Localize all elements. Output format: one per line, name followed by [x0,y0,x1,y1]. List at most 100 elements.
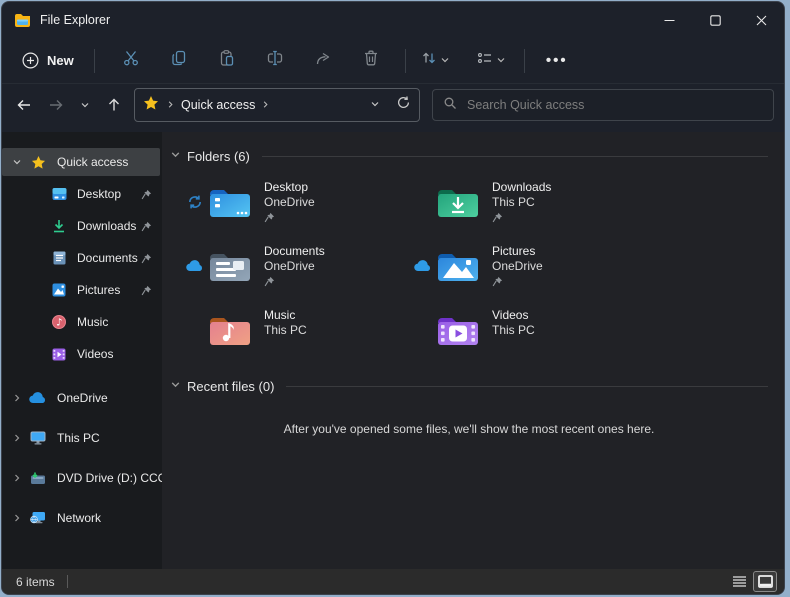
pin-icon [141,253,152,264]
share-button[interactable] [303,44,343,78]
delete-button[interactable] [351,44,391,78]
folders-section-header[interactable]: Folders (6) [170,146,768,166]
recent-locations-button[interactable] [72,89,98,121]
music-folder-icon [208,306,256,354]
sidebar-item-music[interactable]: ♪ Music [2,306,162,338]
onedrive-cloud-icon [28,392,48,404]
navigation-bar: Quick access [2,84,784,132]
pin-icon [141,189,152,200]
chevron-right-icon[interactable] [6,433,28,443]
downloads-folder-icon [436,178,484,226]
sidebar-item-label: Quick access [57,155,129,169]
tile-name: Desktop [264,180,309,194]
trash-icon [362,49,380,72]
view-button[interactable] [470,49,512,72]
command-toolbar: New ••• [2,38,784,84]
tile-name: Music [264,308,296,322]
pictures-folder-icon [436,242,484,290]
maximize-button[interactable] [692,2,738,38]
folder-tile-pictures[interactable]: Pictures OneDrive [410,242,638,290]
tile-location: OneDrive [264,259,315,273]
chevron-right-icon[interactable] [6,513,28,523]
view-list-icon [476,49,494,72]
items-view: Folders (6) Desktop OneDrive Downloads T… [162,132,784,569]
recent-files-section-header[interactable]: Recent files (0) [170,376,768,396]
up-button[interactable] [98,89,130,121]
folder-tile-documents[interactable]: Documents OneDrive [182,242,410,290]
sidebar-item-dvd-drive[interactable]: DVD Drive (D:) CCCC [2,458,162,498]
folder-tile-videos[interactable]: Videos This PC [410,306,638,354]
address-bar[interactable]: Quick access [134,88,420,122]
folders-grid: Desktop OneDrive Downloads This PC Docum… [182,178,768,354]
chevron-right-icon[interactable] [6,393,28,403]
chevron-down-icon[interactable] [6,157,28,167]
tile-name: Pictures [492,244,536,258]
large-icons-view-button[interactable] [753,571,777,592]
folders-section-title: Folders (6) [187,148,250,164]
sidebar-item-videos[interactable]: Videos [2,338,162,370]
sidebar-item-label: Music [77,315,109,329]
paste-icon [218,49,236,72]
sidebar-item-desktop[interactable]: Desktop [2,178,162,210]
sidebar-item-label: This PC [57,431,100,445]
sidebar-item-downloads[interactable]: Downloads [2,210,162,242]
toolbar-separator [523,48,525,73]
chevron-down-icon [496,52,506,70]
sidebar-item-quick-access[interactable]: Quick access [2,148,160,176]
paste-button[interactable] [207,44,247,78]
see-more-button[interactable]: ••• [537,44,577,78]
sidebar-item-label: DVD Drive (D:) CCCC [57,471,162,485]
share-icon [314,49,332,72]
sidebar-item-label: Pictures [77,283,121,297]
rename-button[interactable] [255,44,295,78]
tile-name: Downloads [492,180,552,194]
folder-tile-desktop[interactable]: Desktop OneDrive [182,178,410,226]
address-dropdown-chevron-icon[interactable] [370,96,380,114]
file-explorer-window: File Explorer New ••• Quick access Searc… [1,1,785,595]
refresh-button[interactable] [396,95,411,115]
search-icon [443,96,457,115]
music-icon: ♪ [50,315,68,329]
sidebar-item-documents[interactable]: Documents [2,242,162,274]
sort-icon [420,49,438,72]
statusbar-divider [66,575,68,588]
pin-icon [492,276,543,287]
chevron-right-icon[interactable] [6,473,28,483]
tile-location: This PC [492,323,535,337]
sidebar-item-network[interactable]: Network [2,498,162,538]
sidebar-item-label: OneDrive [57,391,108,405]
sidebar-item-pictures[interactable]: Pictures [2,274,162,306]
sidebar-item-label: Network [57,511,102,525]
pin-icon [141,221,152,232]
chevron-down-icon[interactable] [170,377,181,395]
tile-location: OneDrive [492,259,543,273]
favorite-star-icon [143,95,159,116]
search-box[interactable] [432,89,774,121]
document-icon [50,251,68,265]
titlebar: File Explorer [2,2,784,38]
minimize-button[interactable] [646,2,692,38]
cut-button[interactable] [111,44,151,78]
scissors-icon [122,49,140,72]
new-button[interactable]: New [10,46,86,75]
folder-tile-music[interactable]: Music This PC [182,306,410,354]
recent-files-section-title: Recent files (0) [187,378,275,394]
svg-text:♪: ♪ [56,318,62,329]
close-button[interactable] [738,2,784,38]
sort-button[interactable] [414,49,456,72]
file-explorer-icon [14,13,31,27]
search-input[interactable] [467,98,763,112]
details-view-button[interactable] [728,572,750,591]
copy-button[interactable] [159,44,199,78]
pin-icon [141,285,152,296]
breadcrumb-quick-access[interactable]: Quick access [181,98,255,112]
folder-tile-downloads[interactable]: Downloads This PC [410,178,638,226]
copy-icon [170,49,188,72]
sidebar-item-this-pc[interactable]: This PC [2,418,162,458]
tile-location: This PC [264,323,307,337]
forward-button[interactable] [40,89,72,121]
download-icon [50,219,68,233]
chevron-down-icon[interactable] [170,147,181,165]
back-button[interactable] [8,89,40,121]
sidebar-item-onedrive[interactable]: OneDrive [2,378,162,418]
